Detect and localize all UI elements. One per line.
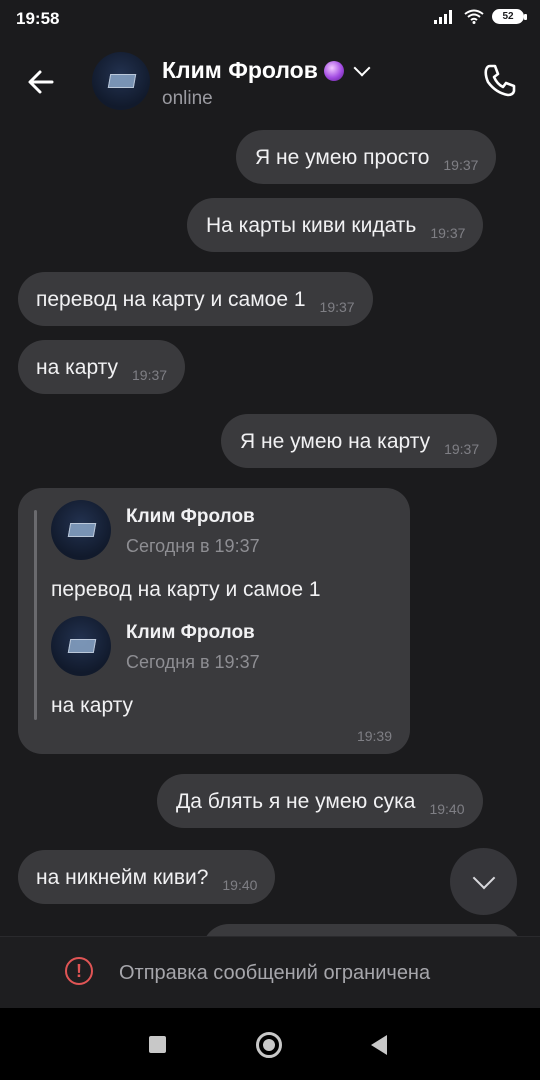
message-time: 19:40 [222, 877, 258, 893]
contact-name: Клим Фролов [162, 57, 318, 83]
forward-text: на карту [51, 694, 134, 717]
restriction-text: Отправка сообщений ограничена [119, 962, 431, 984]
forwarded-message[interactable]: Клим Фролов Сегодня в 19:37 перевод на к… [18, 488, 410, 754]
chevron-down-icon [472, 866, 495, 889]
scroll-down-button[interactable] [450, 848, 517, 915]
battery-level: 52 [502, 11, 514, 22]
battery-icon: 52 [492, 9, 527, 24]
wifi-icon [464, 9, 484, 24]
forward-author: Клим Фролов [126, 506, 255, 527]
contact-status: online [162, 88, 213, 109]
avatar [51, 500, 111, 560]
chat-header: Клим Фролов online [0, 38, 540, 124]
status-icons: 52 [434, 9, 527, 24]
forward-date: Сегодня в 19:37 [126, 536, 260, 556]
message-text: На карты киви кидать [206, 213, 417, 237]
exclamation-circle-icon: ! [65, 957, 93, 985]
back-triangle-icon[interactable] [371, 1035, 387, 1055]
message-outgoing[interactable] [202, 924, 522, 936]
message-text: Я не умею просто [255, 145, 430, 169]
forward-quote-line [34, 510, 37, 720]
status-bar: 19:58 52 [0, 0, 540, 38]
system-navigation-bar [0, 1008, 540, 1080]
message-time: 19:39 [356, 728, 392, 744]
message-time: 19:37 [132, 367, 168, 383]
message-text: Да блять я не умею сука [176, 789, 416, 813]
message-feed[interactable]: Я не умею просто 19:37 На карты киви кид… [0, 124, 540, 936]
message-text: перевод на карту и самое 1 [36, 287, 306, 311]
phone-icon[interactable] [480, 60, 520, 100]
message-text: Я не умею на карту [240, 429, 431, 453]
message-text: на карту [36, 355, 119, 379]
message-time: 19:37 [443, 157, 479, 173]
avatar [51, 616, 111, 676]
message-outgoing[interactable]: Я не умею просто 19:37 [236, 130, 497, 184]
signal-icon [434, 9, 452, 24]
recent-apps-icon[interactable] [149, 1036, 166, 1053]
forward-text: перевод на карту и самое 1 [51, 578, 321, 601]
message-incoming[interactable]: на карту 19:37 [18, 340, 186, 394]
message-time: 19:37 [430, 225, 466, 241]
message-incoming[interactable]: перевод на карту и самое 1 19:37 [18, 272, 373, 326]
message-time: 19:37 [444, 441, 480, 457]
restriction-banner: ! Отправка сообщений ограничена [0, 936, 540, 1009]
message-time: 19:40 [429, 801, 465, 817]
home-icon[interactable] [256, 1032, 282, 1058]
forward-author: Клим Фролов [126, 622, 255, 643]
status-time: 19:58 [16, 9, 60, 28]
chevron-down-icon [353, 59, 371, 76]
message-incoming[interactable]: на никнейм киви? 19:40 [18, 850, 276, 904]
contact-name-row[interactable]: Клим Фролов [162, 57, 371, 84]
forward-date: Сегодня в 19:37 [126, 652, 260, 672]
crystal-ball-icon [323, 60, 344, 81]
message-time: 19:37 [319, 299, 355, 315]
avatar[interactable] [92, 52, 150, 110]
message-outgoing[interactable]: Я не умею на карту 19:37 [221, 414, 498, 468]
message-text: на никнейм киви? [36, 865, 209, 889]
arrow-left-icon[interactable] [22, 62, 62, 102]
message-outgoing[interactable]: Да блять я не умею сука 19:40 [157, 774, 483, 828]
message-outgoing[interactable]: На карты киви кидать 19:37 [187, 198, 484, 252]
